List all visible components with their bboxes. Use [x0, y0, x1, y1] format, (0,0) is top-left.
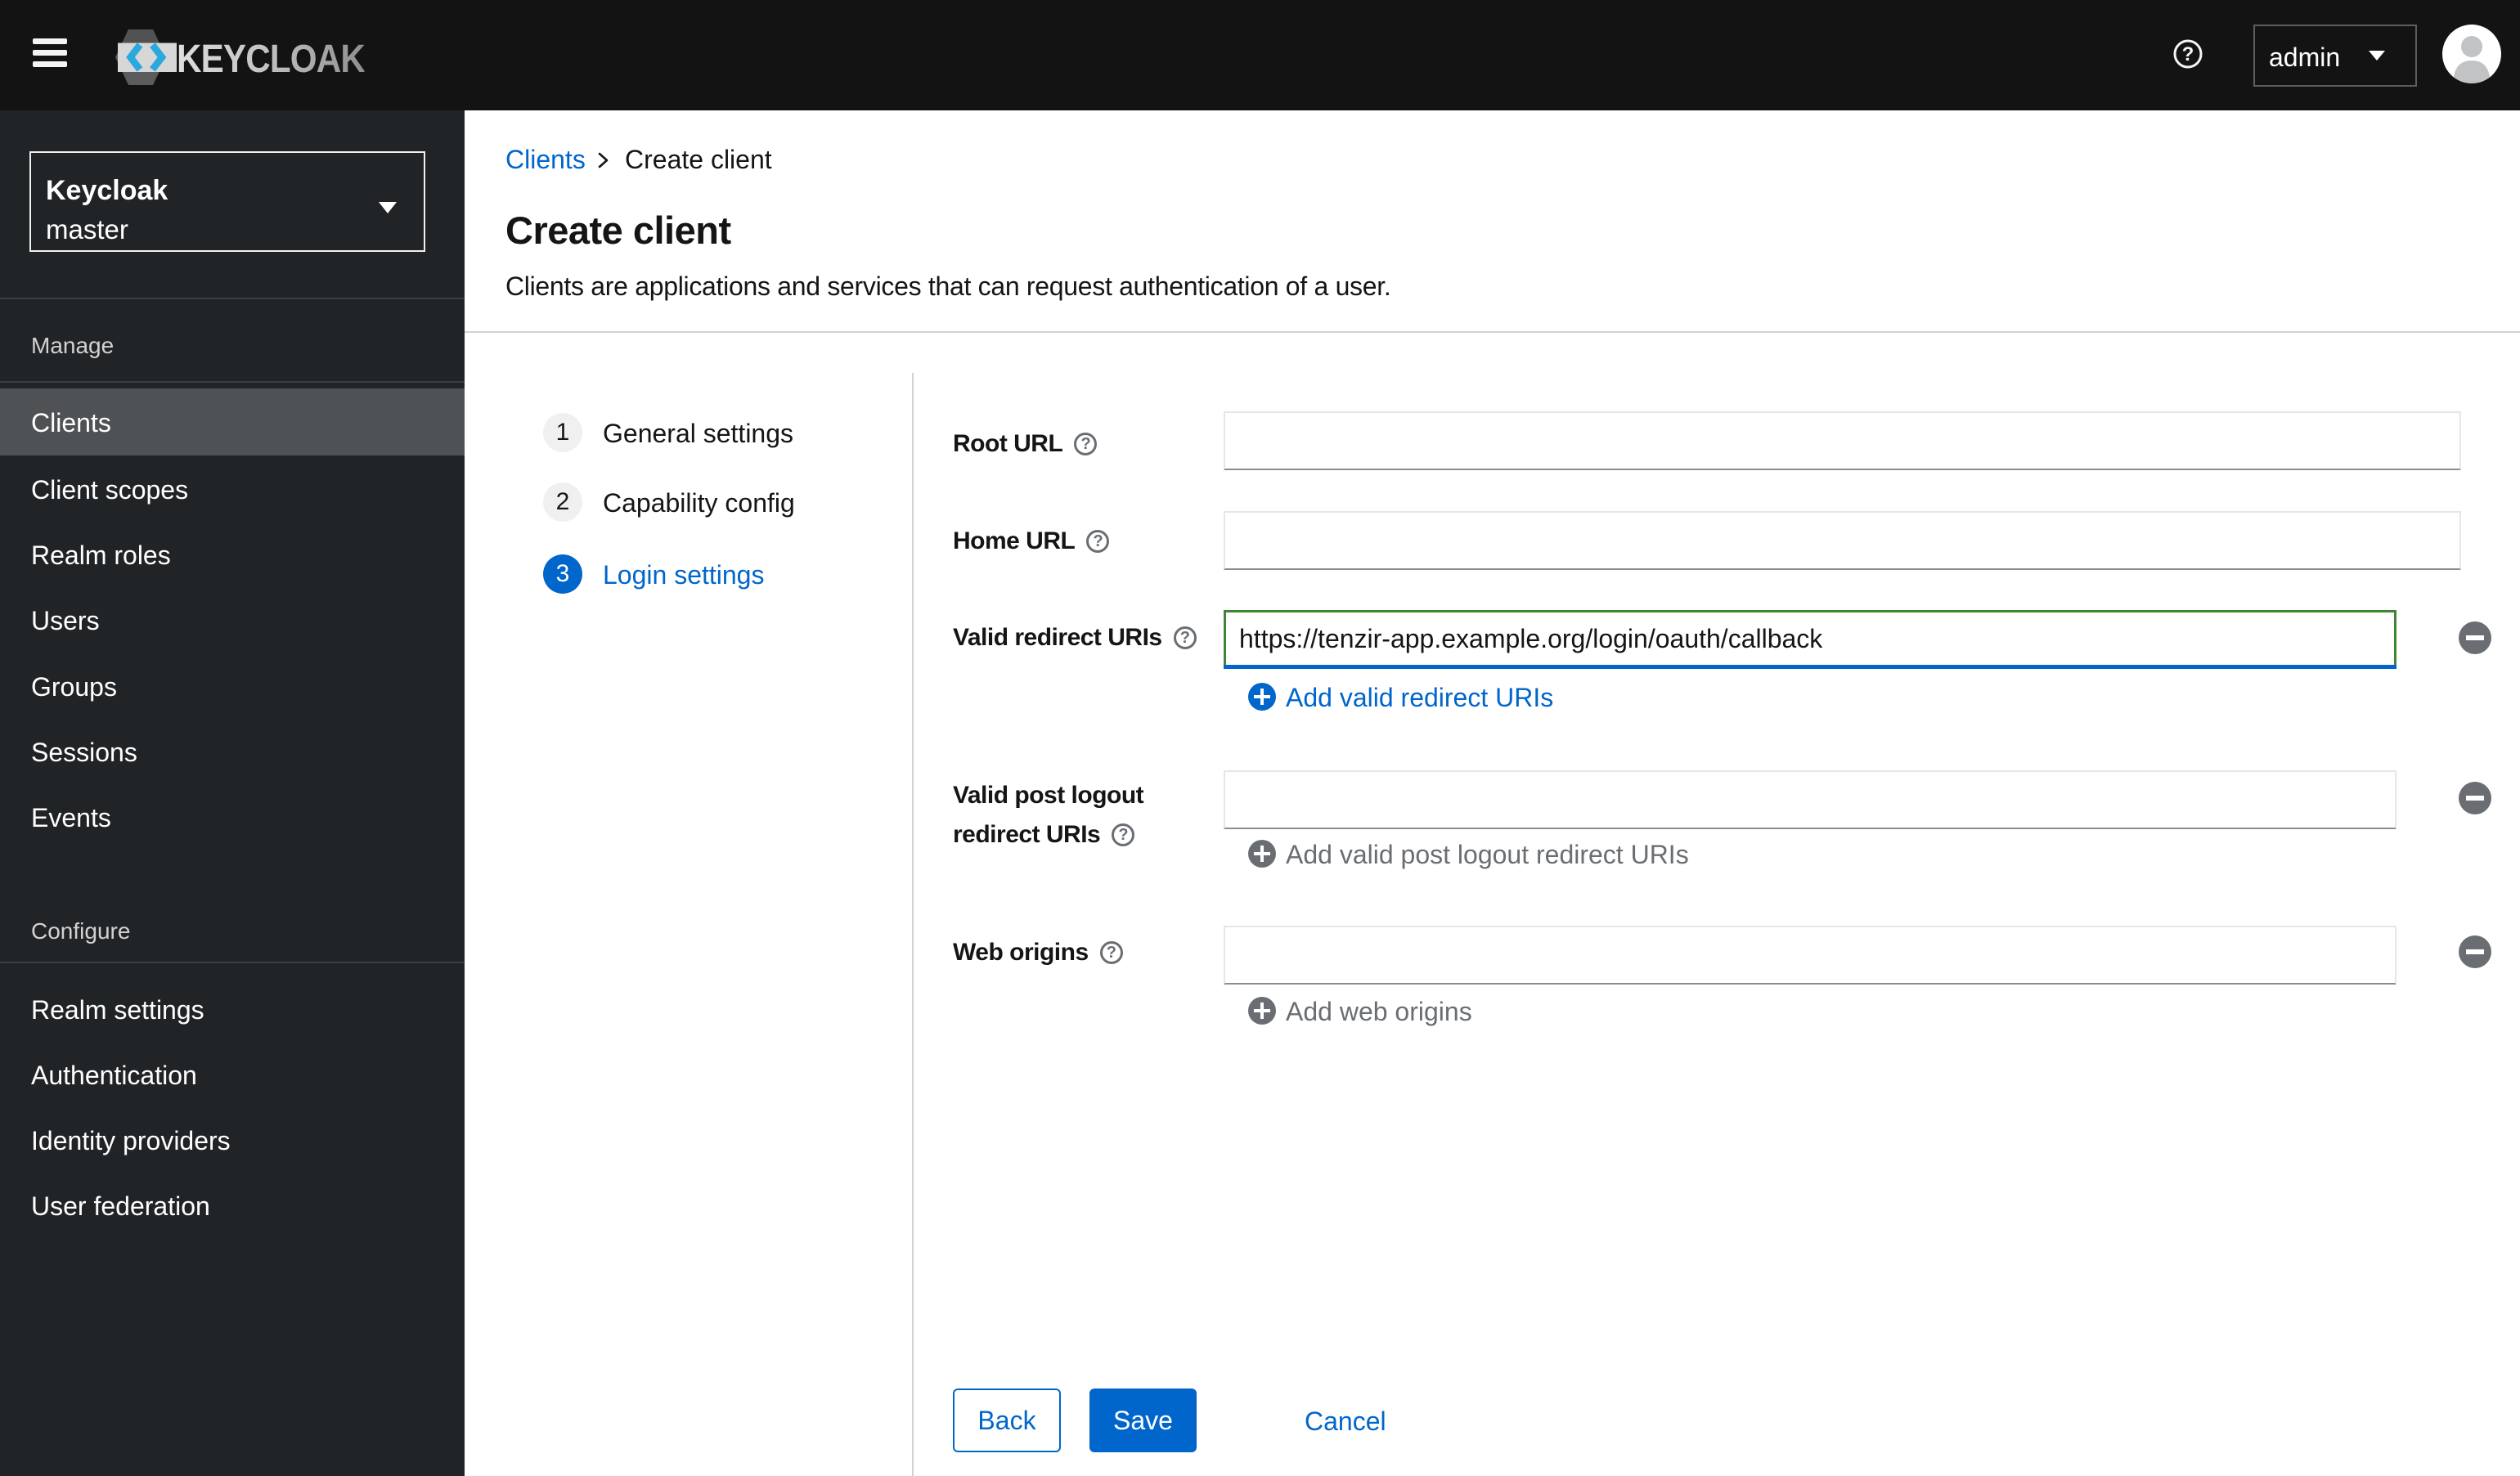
svg-text:?: ? [2182, 43, 2194, 65]
